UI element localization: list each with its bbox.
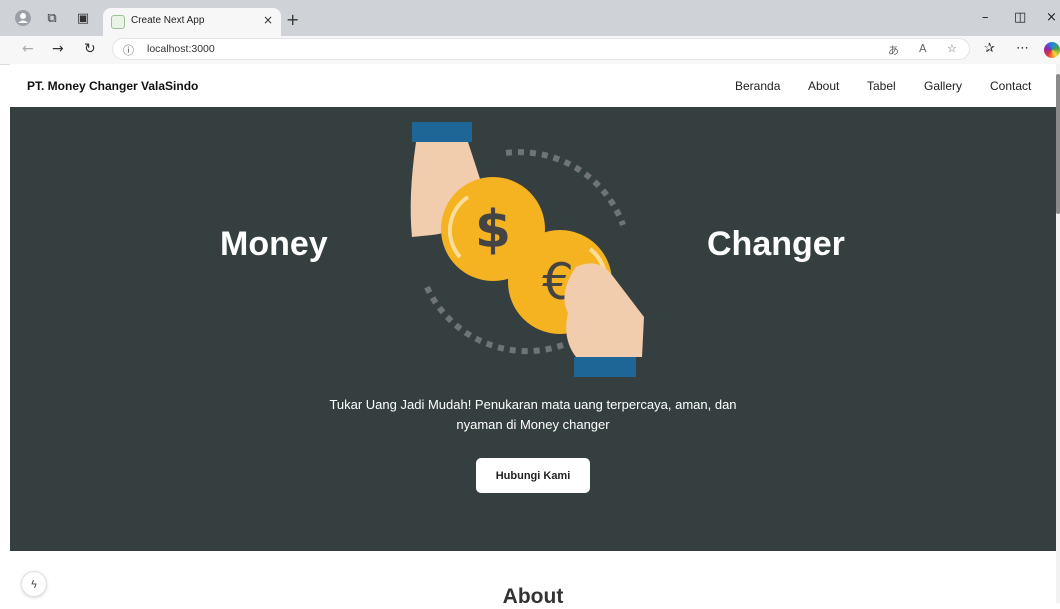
scrollbar-thumb[interactable] [1056,74,1060,214]
close-window-icon[interactable]: × [1046,10,1057,25]
nav-link-tabel[interactable]: Tabel [867,79,896,93]
page-scrollbar[interactable] [1056,64,1060,603]
site-navbar: PT. Money Changer ValaSindo Beranda Abou… [10,64,1056,107]
brand-logo-text[interactable]: PT. Money Changer ValaSindo [27,79,198,93]
refresh-icon[interactable]: ↻ [84,41,96,57]
nextjs-dev-indicator-icon[interactable]: ϟ [21,571,47,597]
forward-icon[interactable]: → [52,41,64,57]
favorite-icon[interactable]: ☆ [947,42,957,55]
read-aloud-icon[interactable]: A [919,42,927,55]
new-tab-icon[interactable]: + [286,10,299,29]
nav-link-gallery[interactable]: Gallery [924,79,962,93]
restore-icon[interactable]: ◫ [1014,10,1026,25]
bottom-hand [564,263,644,357]
address-bar[interactable]: ⓘ localhost:3000 あ A ☆ [112,38,970,60]
top-sleeve [412,122,472,142]
favorites-icon[interactable]: ✰ [984,41,995,56]
nav-link-contact[interactable]: Contact [990,79,1031,93]
hero-section: Money Changer $ € Tukar Uang Jadi Mudah!… [10,107,1056,551]
workspaces-icon[interactable]: ⧉ [43,9,61,27]
hero-word-changer: Changer [707,225,845,263]
more-icon[interactable]: ⋯ [1016,41,1029,56]
about-section-title: About [502,585,564,608]
copilot-icon[interactable] [1044,42,1060,58]
tab-actions-icon[interactable]: ▣ [74,9,92,27]
tab-favicon-icon [111,15,125,29]
browser-tab-strip: ⧉ ▣ Create Next App × + – ◫ × [0,0,1060,36]
nav-link-about[interactable]: About [808,79,839,93]
minimize-icon[interactable]: – [982,10,989,25]
back-icon[interactable]: ← [22,41,34,57]
tab-title: Create Next App [131,15,205,26]
hero-description: Tukar Uang Jadi Mudah! Penukaran mata ua… [329,397,737,432]
profile-icon[interactable] [14,9,32,27]
money-exchange-illustration: $ € [410,122,644,377]
nav-link-beranda[interactable]: Beranda [735,79,780,93]
site-info-icon[interactable]: ⓘ [123,42,134,58]
browser-tab[interactable]: Create Next App × [103,8,281,36]
url-text[interactable]: localhost:3000 [147,43,215,55]
close-tab-icon[interactable]: × [263,13,273,27]
bottom-sleeve [574,357,636,377]
translate-icon[interactable]: あ [888,42,899,58]
contact-us-button[interactable]: Hubungi Kami [476,458,590,493]
svg-text:$: $ [475,200,511,260]
hero-word-money: Money [220,225,328,263]
browser-toolbar: ← → ↻ ⓘ localhost:3000 あ A ☆ ✰ ⋯ [0,36,1060,65]
